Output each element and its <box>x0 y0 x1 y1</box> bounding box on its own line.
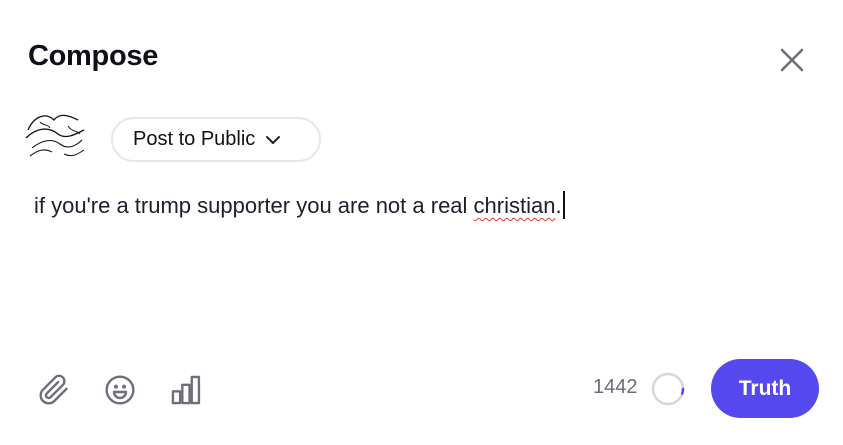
attach-button[interactable] <box>36 372 72 408</box>
dialog-title: Compose <box>28 40 159 72</box>
post-text-input[interactable]: if you're a trump supporter you are not … <box>34 191 565 219</box>
emoji-icon <box>105 375 135 405</box>
close-icon <box>780 48 804 72</box>
char-counter: 1442 <box>593 376 638 398</box>
post-button[interactable]: Truth <box>711 359 819 418</box>
close-button[interactable] <box>776 44 808 76</box>
misspelled-word: christian <box>473 193 556 218</box>
poll-icon <box>171 375 201 405</box>
post-text: if you're a trump supporter you are not … <box>34 193 474 218</box>
avatar[interactable] <box>24 108 88 164</box>
progress-ring <box>651 372 685 406</box>
audience-selector[interactable]: Post to Public <box>111 117 321 162</box>
emoji-button[interactable] <box>102 372 138 408</box>
poll-button[interactable] <box>168 372 204 408</box>
paperclip-icon <box>39 374 68 405</box>
audience-label: Post to Public <box>133 128 256 150</box>
post-text-end: . <box>555 193 562 218</box>
chevron-down-icon <box>266 135 281 144</box>
text-caret <box>562 191 565 219</box>
